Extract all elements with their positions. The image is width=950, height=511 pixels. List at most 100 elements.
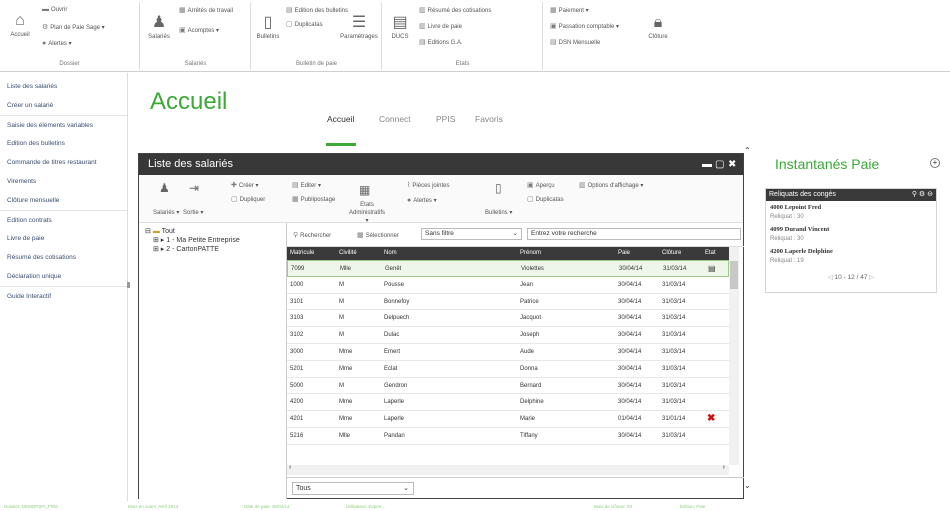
col-matricule[interactable]: Matricule [290, 247, 315, 260]
duplicatas-tool-button[interactable]: ▢ Duplicatas [527, 195, 564, 203]
salaries-tool-button[interactable]: Salariés ▾ [153, 209, 179, 216]
creer-button[interactable]: ✚ Créer ▾ [231, 181, 259, 189]
page-scrollbar[interactable]: ⌃ ⌄ [744, 146, 752, 490]
bulletins-icon[interactable]: ▯ [495, 181, 502, 195]
nav-declaration-unique[interactable]: Déclaration unique [0, 267, 127, 286]
parametrages-button[interactable]: ☰ Paramétrages [338, 14, 380, 40]
col-nom[interactable]: Nom [384, 247, 397, 260]
nav-livre-paie[interactable]: Livre de paie [0, 229, 127, 248]
salaries-people-icon[interactable]: ♟ [159, 181, 170, 195]
passation-button[interactable]: ▣ Passation comptable ▾ [550, 22, 619, 30]
table-row[interactable]: 3102 M Dulac Joseph 30/04/14 31/03/14 [287, 327, 729, 344]
etats-administratifs-button[interactable]: Etats Administratifs ▾ [347, 201, 387, 225]
livre-paie-button[interactable]: ▥ Livre de paie [419, 22, 462, 30]
vertical-scrollbar[interactable] [729, 247, 739, 465]
sortie-button[interactable]: Sortie ▾ [183, 209, 203, 216]
nav-cloture[interactable]: Clôture mensuelle [0, 191, 127, 210]
table-row[interactable]: 3101 M Bonnefoy Patrice 30/04/14 31/03/14 [287, 294, 729, 311]
nav-liste-salaries[interactable]: Liste des salariés [0, 77, 127, 96]
tab-ppis[interactable]: PPIS [436, 114, 455, 124]
tree-node-2[interactable]: ⊞ ▸ 2 - CartonPATTE [153, 245, 219, 253]
table-row[interactable]: 4200 Mme Laperle Delphine 30/04/14 31/03/14 [287, 394, 729, 412]
etats-icon[interactable]: ▦ [359, 183, 370, 197]
ducs-button[interactable]: ▤ DUCS [387, 14, 413, 40]
arrow-right-icon[interactable]: › [723, 464, 725, 471]
nav-edition-contrats[interactable]: Edition contrats [0, 210, 127, 229]
table-cell: Mlle [339, 433, 351, 439]
tab-favoris[interactable]: Favoris [475, 114, 503, 124]
nav-commande-titres[interactable]: Commande de titres restaurant [0, 153, 127, 172]
dsn-button[interactable]: ▤ DSN Mensuelle [550, 38, 600, 46]
col-paie[interactable]: Paie [618, 247, 631, 260]
scroll-thumb[interactable] [730, 261, 738, 289]
prev-icon[interactable]: ◁ [828, 274, 833, 281]
editer-button[interactable]: ▤ Editer ▾ [292, 181, 321, 189]
bulletins-button[interactable]: ▯ Bulletins [254, 14, 282, 40]
nav-saisie-elements[interactable]: Saisie des éléments variables [0, 115, 127, 134]
nav-creer-salarie[interactable]: Créer un salarié [0, 96, 127, 115]
splitter-handle[interactable] [127, 282, 130, 288]
col-cloture[interactable]: Clôture [662, 247, 682, 260]
document-icon[interactable]: ▤ [708, 261, 716, 277]
nav-virements[interactable]: Virements [0, 172, 127, 191]
tab-connect[interactable]: Connect [379, 114, 411, 124]
tree-node-1[interactable]: ⊞ ▸ 1 - Ma Petite Entreprise [153, 236, 240, 244]
plan-paie-button[interactable]: ⚙ Plan de Paie Sage ▾ [42, 23, 105, 31]
search-input[interactable]: Entrez votre recherche [527, 228, 741, 240]
filter-select[interactable]: Sans filtre ⌄ [421, 228, 522, 240]
publipostage-button[interactable]: ▦ Publipostage [292, 195, 335, 203]
table-row[interactable]: 7099 Mlle Genêt Violettes 30/04/14 31/03/14 ▤ [287, 260, 729, 277]
col-prenom[interactable]: Prénom [520, 247, 542, 260]
pieces-jointes-button[interactable]: ⌇ Pièces jointes [407, 181, 449, 189]
edition-bulletins-button[interactable]: ▤ Edition des bulletins [286, 6, 348, 14]
table-row[interactable]: 4201 Mme Laperle Marie 01/04/14 31/01/14 ✖ [287, 411, 729, 428]
nav-resume-cotisations[interactable]: Résumé des cotisations [0, 248, 127, 267]
col-civilite[interactable]: Civilité [339, 247, 357, 260]
col-etat[interactable]: Etat [705, 247, 716, 260]
accueil-button[interactable]: ⌂ Accueil [6, 12, 34, 38]
table-row[interactable]: 5201 Mme Eclat Donna 30/04/14 31/03/14 [287, 361, 729, 378]
cloture-button[interactable]: 🔒︎ Clôture [644, 14, 672, 40]
arretes-button[interactable]: ▦ Arrêtés de travail [179, 6, 233, 14]
widget-tools-icon[interactable]: ⚲ ⚙ ⊖ [912, 189, 933, 201]
next-icon[interactable]: ▷ [869, 274, 874, 281]
add-icon[interactable]: + [930, 158, 940, 168]
paiement-button[interactable]: ▦ Paiement ▾ [550, 6, 589, 14]
resume-cotisations-button[interactable]: ▥ Résumé des cotisations [419, 6, 491, 14]
reliquat-name[interactable]: 4000 Lepoint Fred [770, 204, 821, 211]
close-icon[interactable]: ✖ [728, 154, 736, 175]
table-row[interactable]: 1000 M Pousse Jean 30/04/14 31/03/14 [287, 277, 729, 294]
bulletins-tool-button[interactable]: Bulletins ▾ [485, 209, 512, 216]
nav-edition-bulletins[interactable]: Edition des bulletins [0, 134, 127, 153]
tree-root[interactable]: ⊟ ▬ Tout [145, 227, 175, 235]
table-row[interactable]: 3103 M Delpuech Jacquot 30/04/14 31/03/14 [287, 310, 729, 328]
table-row[interactable]: 5216 Mlle Pandan Tiffany 30/04/14 31/03/14 [287, 428, 729, 445]
apercu-button[interactable]: ▣ Aperçu [527, 181, 555, 189]
tab-accueil[interactable]: Accueil [327, 114, 354, 124]
salaries-button[interactable]: ♟ Salariés [145, 14, 173, 40]
duplicatas-button[interactable]: ▢ Duplicatas [286, 20, 323, 28]
reliquat-name[interactable]: 4200 Laperle Delphine [770, 248, 833, 255]
nav-guide-interactif[interactable]: Guide Interactif [0, 286, 127, 305]
sortie-icon[interactable]: ⇥ [189, 181, 199, 195]
minimize-icon[interactable]: ▬ [702, 154, 712, 175]
window-titlebar[interactable]: Liste des salariés ▬ ▢ ✖ [139, 154, 743, 175]
alertes-tool-button[interactable]: ● Alertes ▾ [407, 197, 437, 204]
reliquat-name[interactable]: 4099 Durand Vincent [770, 226, 829, 233]
options-affichage-button[interactable]: ▥ Options d'affichage ▾ [579, 181, 643, 189]
selectionner-button[interactable]: ▦ Sélectionner [357, 231, 399, 239]
editions-ga-button[interactable]: ▤ Editions G.A. [419, 38, 463, 46]
alertes-button[interactable]: ● Alertes ▾ [42, 40, 72, 47]
table-row[interactable]: 3000 Mme Emert Aude 30/04/14 31/03/14 [287, 344, 729, 361]
rechercher-button[interactable]: ⚲ Rechercher [293, 231, 331, 239]
horizontal-scrollbar[interactable]: ‹ › [287, 464, 729, 475]
arrow-down-icon[interactable]: ⌄ [744, 481, 751, 490]
table-row[interactable]: 5000 M Gendron Bernard 30/04/14 31/03/14 [287, 378, 729, 395]
acomptes-button[interactable]: ▣ Acomptes ▾ [179, 26, 219, 34]
arrow-left-icon[interactable]: ‹ [289, 464, 291, 471]
arrow-up-icon[interactable]: ⌃ [744, 146, 751, 155]
dupliquer-button[interactable]: ▢ Dupliquer [231, 195, 265, 203]
ouvrir-button[interactable]: ▬ Ouvrir [42, 6, 67, 13]
footer-filter-select[interactable]: Tous ⌄ [292, 482, 414, 495]
maximize-icon[interactable]: ▢ [715, 154, 724, 175]
